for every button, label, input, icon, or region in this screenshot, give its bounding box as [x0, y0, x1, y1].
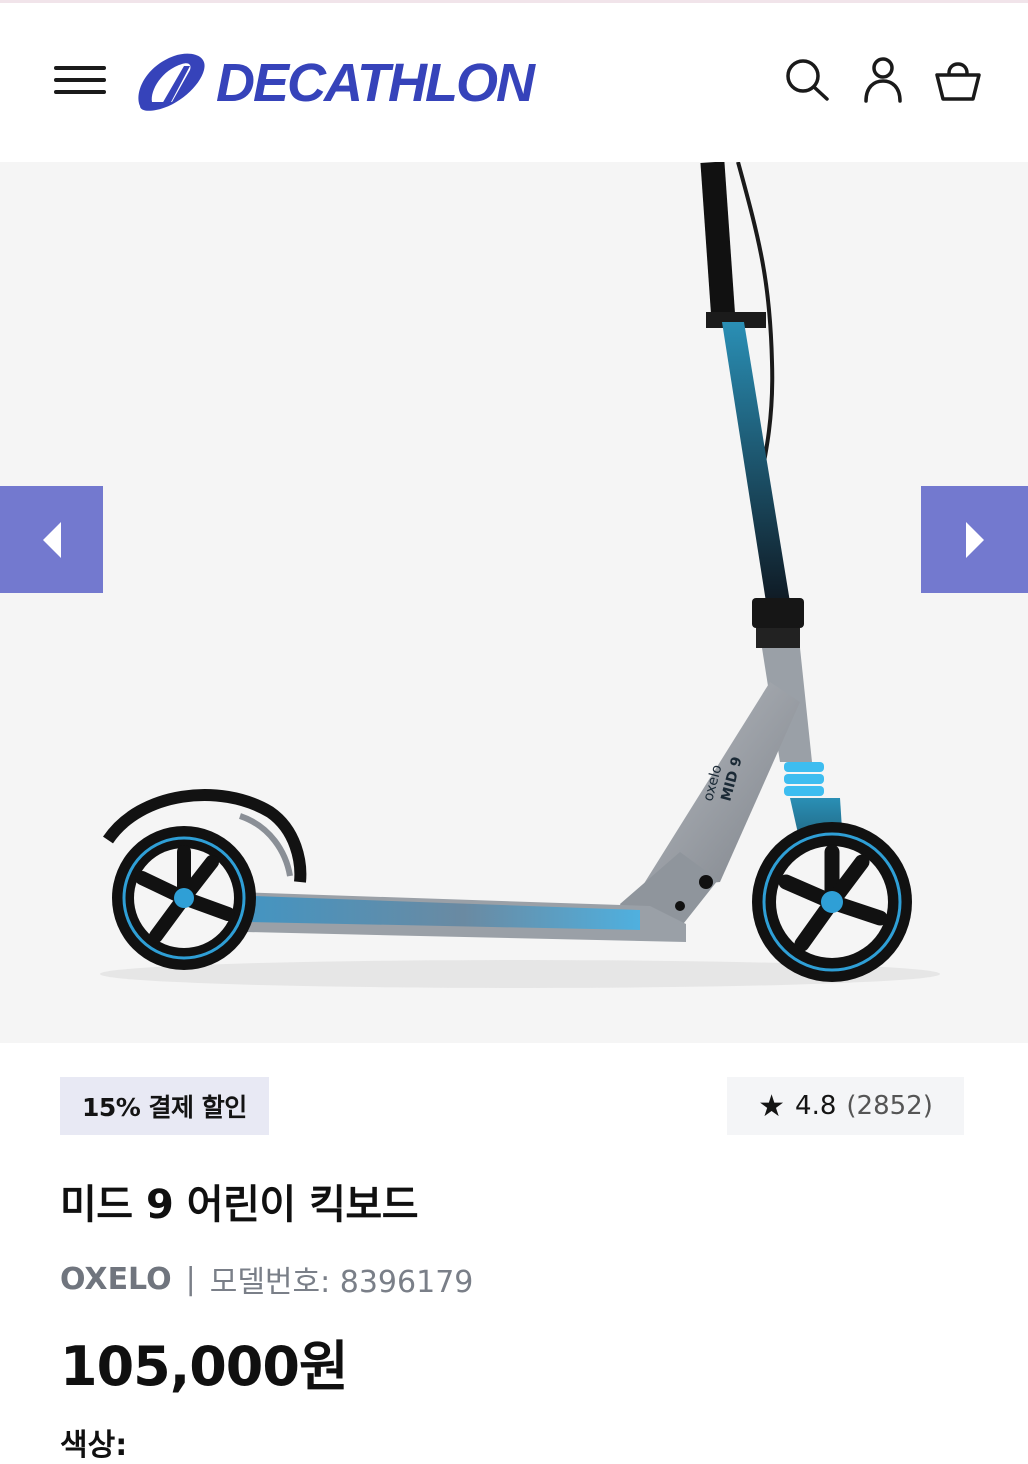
rating-count: (2852)	[846, 1091, 933, 1121]
chevron-right-icon	[965, 521, 984, 558]
meta-separator: |	[185, 1261, 196, 1297]
menu-button[interactable]	[52, 58, 108, 102]
decathlon-logo[interactable]: DECATHLON	[132, 47, 552, 119]
product-title: 미드 9 어린이 킥보드	[60, 1182, 419, 1228]
discount-badge: 15% 결제 할인	[60, 1077, 269, 1135]
gallery-next-button[interactable]	[921, 486, 1028, 593]
decathlon-logo-icon	[138, 53, 205, 111]
menu-icon-line-top	[54, 66, 106, 70]
color-label: 색상:	[60, 1428, 128, 1463]
site-header: DECATHLON	[0, 3, 1028, 162]
brand-wordmark: DECATHLON	[216, 53, 535, 113]
scooter-product-image: oxelo MID 9	[100, 162, 940, 988]
product-meta: OXELO | 모델번호: 8396179	[60, 1257, 473, 1301]
product-image-gallery[interactable]: oxelo MID 9	[0, 162, 1028, 1043]
search-icon	[786, 59, 829, 101]
product-price: 105,000원	[60, 1335, 349, 1398]
rating-value: 4.8	[795, 1091, 837, 1121]
account-button[interactable]	[858, 55, 908, 105]
brand-link[interactable]: OXELO	[60, 1262, 172, 1297]
rating-summary[interactable]: ★ 4.8 (2852)	[727, 1077, 964, 1135]
chevron-left-icon	[42, 521, 61, 558]
cart-button[interactable]	[933, 55, 983, 105]
star-icon: ★	[758, 1088, 786, 1124]
menu-icon-line-mid	[54, 78, 106, 82]
model-number: 모델번호: 8396179	[209, 1265, 474, 1300]
basket-icon	[935, 62, 981, 101]
menu-icon-line-bottom	[54, 90, 106, 94]
user-icon	[864, 57, 902, 103]
gallery-prev-button[interactable]	[0, 486, 103, 593]
search-button[interactable]	[782, 55, 832, 105]
